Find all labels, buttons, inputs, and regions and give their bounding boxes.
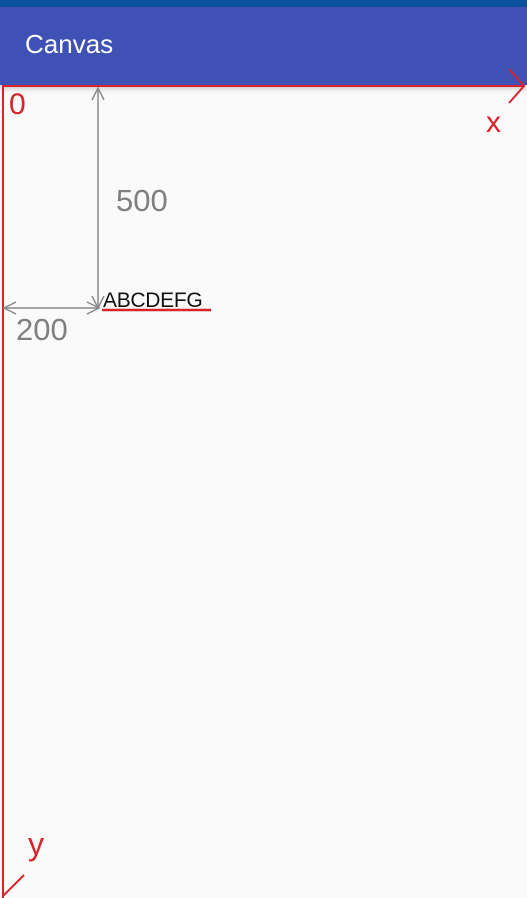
horizontal-offset-label: 200 xyxy=(16,312,68,347)
x-axis xyxy=(2,68,526,104)
drawn-text: ABCDEFG xyxy=(103,289,203,312)
y-axis xyxy=(2,86,25,898)
canvas-drawing xyxy=(2,68,526,898)
y-axis-arrow-icon xyxy=(2,874,25,897)
y-axis-label: y xyxy=(28,826,44,862)
x-axis-label: x xyxy=(486,106,501,139)
screen: Canvas 0 x y 500 200 ABCDEFG xyxy=(0,0,527,898)
origin-label: 0 xyxy=(9,88,26,121)
vertical-offset-label: 500 xyxy=(116,183,168,218)
vertical-dimension-line xyxy=(91,86,105,310)
